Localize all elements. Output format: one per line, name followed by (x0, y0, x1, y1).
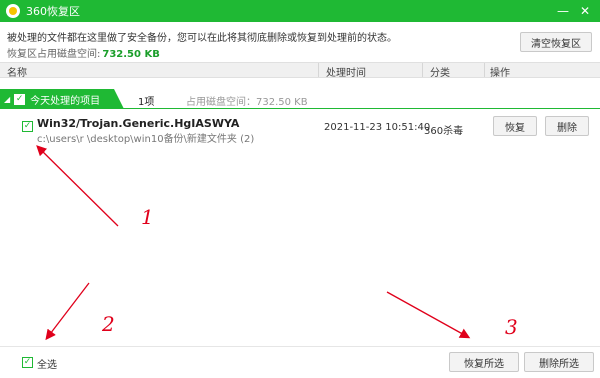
item-checkbox[interactable]: ✓ (22, 121, 33, 132)
app-logo-icon (6, 4, 20, 18)
description-text: 被处理的文件都在这里做了安全备份，您可以在此将其彻底删除或恢复到处理前的状态。 (7, 33, 397, 44)
annotation-arrow-2 (45, 282, 90, 341)
clear-restore-area-button[interactable]: 清空恢复区 (520, 32, 592, 52)
item-category: 360杀毒 (424, 126, 464, 137)
space-info: 恢复区占用磁盘空间: 732.50 KB (7, 45, 160, 60)
column-time[interactable]: 处理时间 (326, 64, 366, 79)
space-value: 732.50 KB (102, 49, 160, 60)
window-title: 360恢复区 (26, 5, 80, 18)
column-divider[interactable] (422, 63, 423, 77)
column-name[interactable]: 名称 (7, 64, 27, 79)
item-path: c:\users\r \desktop\win10备份\新建文件夹 (2) (37, 134, 255, 145)
column-divider[interactable] (484, 63, 485, 77)
column-divider[interactable] (318, 63, 319, 77)
delete-selected-button[interactable]: 删除所选 (524, 352, 594, 372)
group-today: ◢ ✓ 今天处理的项目 1项 占用磁盘空间：732.50 KB (0, 89, 600, 109)
restore-selected-button[interactable]: 恢复所选 (449, 352, 519, 372)
annotation-number-3: 3 (505, 315, 518, 339)
group-label: 今天处理的项目 (30, 95, 101, 107)
group-tab[interactable]: ◢ ✓ 今天处理的项目 (0, 89, 124, 109)
space-label: 恢复区占用磁盘空间: (7, 49, 101, 60)
minimize-button[interactable]: — (552, 0, 574, 22)
restore-button[interactable]: 恢复 (493, 116, 537, 136)
title-bar: 360恢复区 — ✕ (0, 0, 600, 22)
column-header: 名称 处理时间 分类 操作 (0, 62, 600, 79)
annotation-arrow-1 (36, 145, 119, 227)
delete-button[interactable]: 删除 (545, 116, 589, 136)
collapse-arrow-icon[interactable]: ◢ (4, 95, 10, 104)
annotation-number-1: 1 (141, 205, 154, 229)
footer-divider (0, 346, 600, 347)
select-all-checkbox[interactable]: ✓ (22, 357, 33, 368)
annotation-number-2: 2 (102, 312, 115, 336)
item-time: 2021-11-23 10:51:40 (324, 122, 431, 133)
item-name: Win32/Trojan.Generic.HgIASWYA (37, 117, 240, 130)
column-category[interactable]: 分类 (430, 64, 450, 79)
group-space: 占用磁盘空间：732.50 KB (186, 97, 308, 108)
close-button[interactable]: ✕ (574, 0, 596, 22)
annotation-arrow-3 (386, 291, 471, 339)
group-count: 1项 (138, 97, 155, 108)
select-all-label[interactable]: 全选 (37, 356, 57, 371)
group-checkbox[interactable]: ✓ (14, 93, 26, 105)
column-action[interactable]: 操作 (490, 64, 510, 79)
